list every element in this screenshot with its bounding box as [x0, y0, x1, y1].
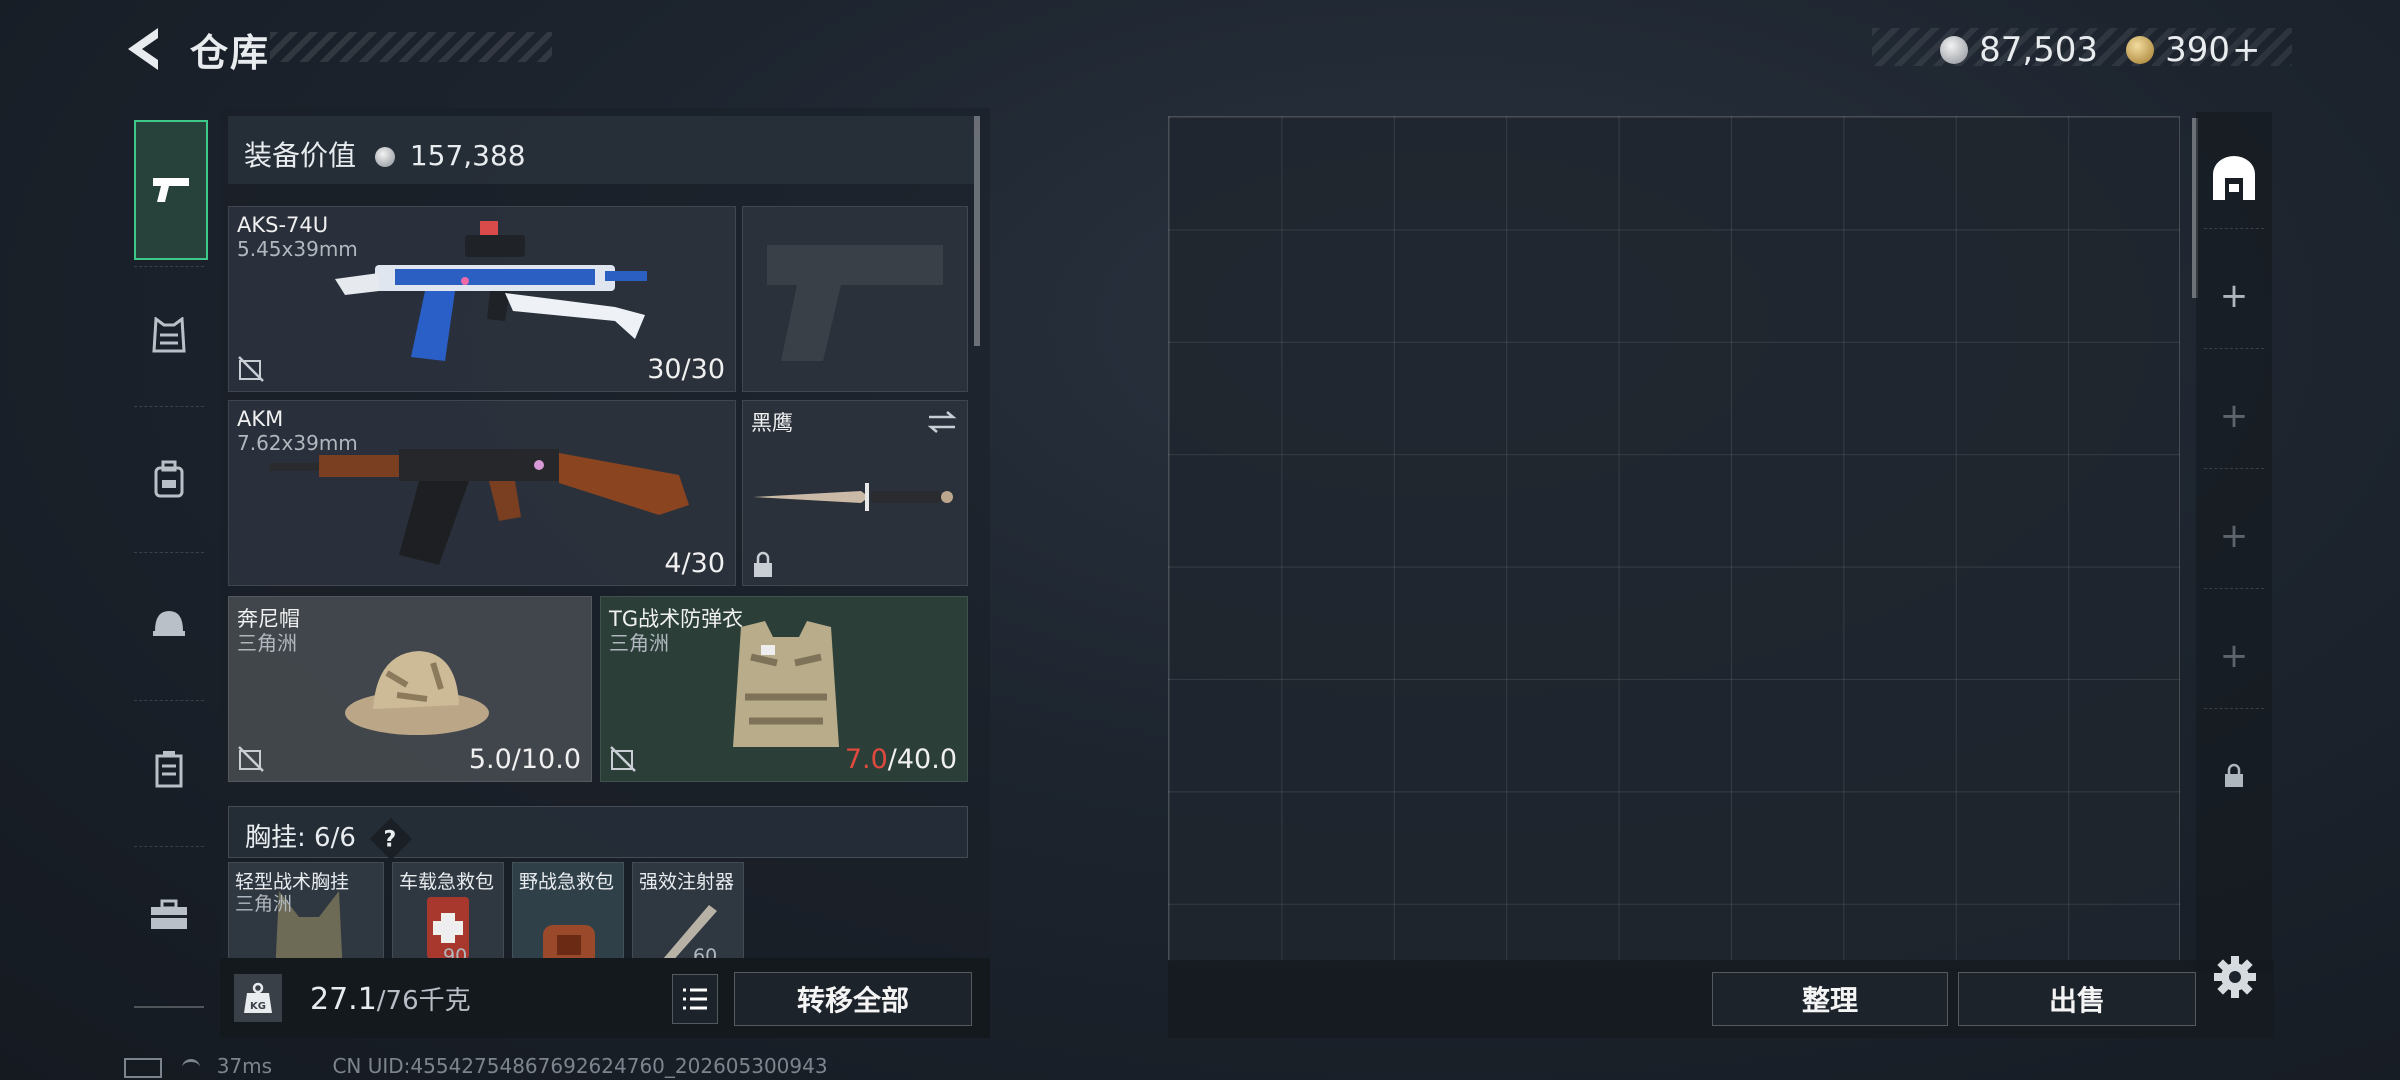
boonie-hat-image: [345, 651, 489, 735]
svg-text:KG: KG: [250, 1001, 266, 1012]
storage-tab-main[interactable]: [2196, 140, 2272, 216]
no-drop-icon: [238, 356, 264, 382]
secondary-weapon-slot[interactable]: AKM 7.62x39mm 4/30: [228, 400, 736, 586]
rig-count: 6/6: [314, 823, 356, 853]
helmet-icon: [153, 611, 185, 636]
plus-icon: +: [2219, 636, 2249, 676]
settings-button[interactable]: [2210, 952, 2260, 1002]
tab-weapons[interactable]: [134, 120, 208, 260]
weight-max: /76千克: [376, 986, 471, 1016]
weapon-ammo: 7.62x39mm: [237, 431, 358, 455]
tab-toolbox[interactable]: [134, 880, 204, 950]
rig-item[interactable]: 车载急救包 90: [392, 862, 504, 958]
chest-rig-bar: 胸挂: 6/6 ?: [228, 806, 968, 860]
armor-slot[interactable]: TG战术防弹衣 三角洲 7.0/40.0: [600, 596, 968, 782]
settings-icon: [2214, 956, 2256, 998]
status-bar: 37ms CN UID:4554275486769262476​0_202605…: [124, 1054, 828, 1078]
equipment-value-bar: 装备价值 157,388: [228, 116, 974, 184]
ammo-count: 30/30: [647, 354, 725, 385]
uid-text: CN UID:4554275486769262476​0_20260530094…: [332, 1054, 828, 1078]
plus-icon: +: [2219, 276, 2249, 316]
weapon-name: AKM: [237, 407, 284, 431]
melee-slot[interactable]: 黑鹰: [742, 400, 968, 586]
ping: 37ms: [216, 1054, 273, 1078]
weight-readout: 27.1/76千克: [310, 980, 471, 1017]
lock-icon: [754, 551, 772, 577]
wifi-icon: [182, 1059, 201, 1076]
silver-coin-icon: [1940, 36, 1968, 64]
melee-name: 黑鹰: [751, 411, 793, 435]
header-hatch: [270, 32, 552, 62]
pistol-placeholder-icon: [767, 245, 943, 361]
armor-durability-current: 7.0: [844, 744, 888, 775]
case-icon: [155, 751, 183, 788]
swap-icon[interactable]: [925, 409, 959, 435]
add-storage-button[interactable]: +: [2196, 258, 2272, 334]
armor-durability-max: /40.0: [887, 744, 957, 775]
battery-icon: [124, 1057, 162, 1078]
armor-vest-image: [733, 621, 839, 747]
weapon-name: AKS-74U: [237, 213, 329, 237]
rig-item[interactable]: 强效注射器 60: [632, 862, 744, 958]
helmet-durability: 5.0/10.0: [468, 744, 581, 775]
rig-item[interactable]: 野战急救包: [512, 862, 624, 958]
tab-helmet[interactable]: [134, 588, 204, 658]
tab-backpack[interactable]: [134, 444, 204, 514]
list-view-button[interactable]: [672, 974, 718, 1024]
toolbox-icon: [151, 899, 187, 929]
helmet-faction: 三角洲: [237, 631, 297, 655]
vest-icon: [152, 317, 186, 353]
gold-coin-icon: [2126, 36, 2154, 64]
knife-image: [753, 483, 953, 511]
no-drop-icon: [238, 746, 264, 772]
gold-amount: 390: [2165, 30, 2230, 70]
value-amount: 157,388: [409, 139, 526, 172]
currency-bar: 87,503 390+: [1872, 28, 2292, 70]
no-drop-icon: [610, 746, 636, 772]
lock-icon: [2225, 763, 2243, 787]
tab-case[interactable]: [134, 734, 204, 804]
loadout-scrollbar[interactable]: [974, 116, 980, 346]
add-storage-button[interactable]: +: [2196, 618, 2272, 694]
transfer-all-button[interactable]: 转移全部: [734, 972, 972, 1026]
armor-durability: 7.0/40.0: [845, 744, 957, 775]
sort-button[interactable]: 整理: [1712, 972, 1948, 1026]
add-storage-button[interactable]: +: [2196, 498, 2272, 574]
weight-icon: KG: [234, 974, 282, 1022]
tab-rig[interactable]: [134, 300, 204, 370]
add-storage-button[interactable]: +: [2196, 378, 2272, 454]
plus-icon: +: [2219, 396, 2249, 436]
sell-button[interactable]: 出售: [1958, 972, 2196, 1026]
category-tabs: [124, 108, 214, 1008]
ammo-count: 4/30: [664, 548, 725, 579]
locked-storage-tab[interactable]: [2196, 738, 2272, 814]
add-currency-button[interactable]: +: [2232, 30, 2261, 70]
page-title: 仓库: [190, 31, 271, 75]
armor-faction: 三角洲: [609, 631, 669, 655]
plus-icon: +: [2219, 516, 2249, 556]
silver-coin-icon: [374, 147, 395, 167]
pistol-slot[interactable]: [742, 206, 968, 392]
aks74u-image: [335, 221, 647, 361]
storage-tabs: + + + +: [2196, 112, 2272, 972]
storage-grid[interactable]: [1168, 116, 2180, 962]
rig-item[interactable]: 轻型战术胸挂 三角洲: [228, 862, 384, 958]
value-label: 装备价值: [244, 139, 357, 172]
primary-weapon-slot[interactable]: AKS-74U 5.45x39mm 30/30: [228, 206, 736, 392]
safe-icon: [2213, 156, 2255, 200]
help-button[interactable]: ?: [369, 817, 413, 860]
weapon-ammo: 5.45x39mm: [237, 237, 358, 261]
backpack-icon: [154, 460, 184, 498]
pistol-icon: [153, 178, 189, 202]
rig-label: 胸挂:: [245, 823, 306, 853]
silver-amount: 87,503: [1979, 30, 2099, 70]
list-icon: [683, 988, 707, 1010]
weight-current: 27.1: [310, 982, 377, 1017]
rig-items-row: 轻型战术胸挂 三角洲 车载急救包 90 野战急救包 强效注射器 60: [228, 862, 968, 958]
helmet-slot[interactable]: 奔尼帽 三角洲 5.0/10.0: [228, 596, 592, 782]
back-icon[interactable]: [118, 22, 172, 76]
